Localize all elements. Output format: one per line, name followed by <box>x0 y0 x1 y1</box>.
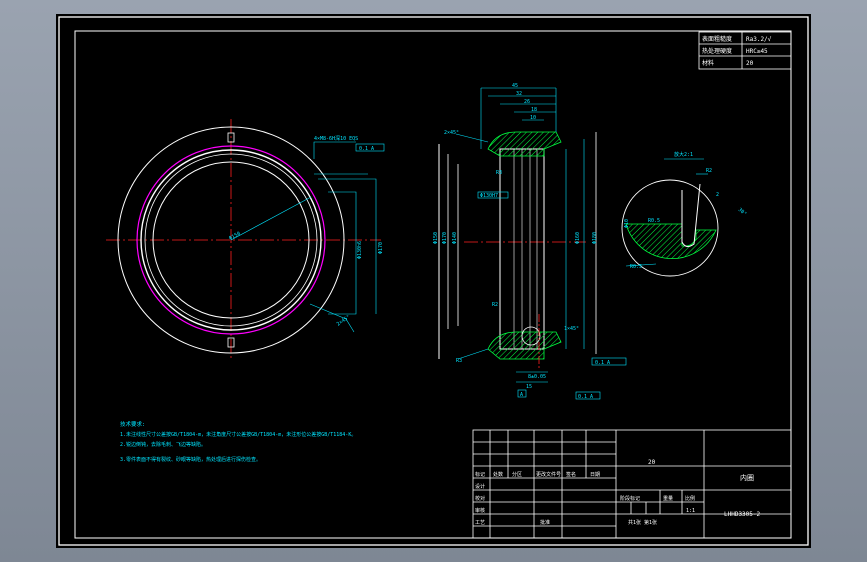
row-label-6: 日期 <box>590 472 600 478</box>
detail-hatch <box>625 223 717 260</box>
bottom-label-5: 0.1 A <box>578 394 593 400</box>
front-top-label: 4×M8-6H深10 EQS <box>314 135 358 142</box>
top-dim-label-4: 18 <box>531 107 537 113</box>
leader-chamfer-top <box>455 133 489 143</box>
row-label-3: 分区 <box>512 471 522 478</box>
left-label-4: R2 <box>492 302 498 308</box>
spec-value-2: HRC≥45 <box>746 48 768 55</box>
side-dim-5: Φ180 <box>592 232 598 244</box>
left-label-2: R3 <box>496 170 502 176</box>
side-dim-1: Φ150 <box>433 232 439 244</box>
drawing-number: LHHD3305-2 <box>724 511 761 518</box>
top-dim-label-5: 10 <box>530 115 536 121</box>
spec-label-2: 热处理硬度 <box>702 47 732 55</box>
part-name: 内圈 <box>740 473 754 482</box>
top-dim-label-1: 45 <box>512 83 518 89</box>
bottom-label-4: 15 <box>526 384 532 390</box>
weight-label: 重量 <box>663 495 673 502</box>
detail-label-1: R2 <box>706 168 712 174</box>
side-dim-4: Φ160 <box>575 232 581 244</box>
bottom-label-1: R3 <box>456 358 462 364</box>
notes-line-2: 2.锐边倒钝，去除毛刺、飞边等缺陷。 <box>120 441 206 448</box>
material-value: 20 <box>648 459 656 466</box>
title-block-text: 20 内圈 LHHD3305-2 标记 处数 分区 更改文件号 签名 日期 设计… <box>475 459 761 526</box>
spec-label-1: 表面粗糙度 <box>702 35 732 43</box>
side-dim-2: Φ170 <box>442 232 448 244</box>
front-vertical-1: Φ130h6 <box>357 241 363 259</box>
sheet-info: 共1张 第1张 <box>628 519 657 526</box>
row-label-2: 处数 <box>493 471 503 478</box>
chamfer-label: 1×45° <box>564 326 579 332</box>
scale-label: 比例 <box>685 495 695 502</box>
top-dim-label-2: 32 <box>516 91 522 97</box>
row-label-5: 签名 <box>566 471 576 478</box>
detail-label-5: 30° <box>737 207 748 217</box>
left-label-process: 工艺 <box>475 520 485 526</box>
leader-bottom-left <box>457 348 489 360</box>
front-box-label: 0.1 A <box>359 146 374 152</box>
notes-line-3: 3.零件表面不得有裂纹、砂眼等缺陷，热处理后进行探伤检查。 <box>120 456 261 463</box>
dim-bracket-2 <box>318 178 377 314</box>
bottom-label-3: 8±0.05 <box>528 374 546 380</box>
detail-title: 放大2:1 <box>674 151 693 158</box>
left-label-design: 设计 <box>475 483 485 490</box>
front-bottom-label: 2×45° <box>336 314 352 328</box>
side-dim-3: Φ140 <box>452 232 458 244</box>
leader-top-note <box>313 141 356 159</box>
left-label-review: 审核 <box>475 507 485 514</box>
notes-line-1: 1.未注线性尺寸公差按GB/T1804-m，未注角度尺寸公差按GB/T1804-… <box>120 431 356 438</box>
left-label-1: 2×45° <box>444 130 459 136</box>
front-view: Φ150 4×M8-6H深10 EQS 0.1 A Φ130h6 Φ170 2×… <box>106 119 385 359</box>
hatch-bottom <box>487 331 562 360</box>
leader-radius <box>230 196 312 241</box>
technical-notes: 技术要求: 1.未注线性尺寸公差按GB/T1804-m，未注角度尺寸公差按GB/… <box>120 420 356 463</box>
spec-value-3: 20 <box>746 60 754 67</box>
hatch-top <box>487 131 562 157</box>
stage-label: 阶段标记 <box>620 495 640 502</box>
detail-label-2: 2 <box>716 192 719 198</box>
section-view: 45 32 26 18 10 2×45° R3 Φ130H7 R2 Φ150 Φ… <box>433 83 627 400</box>
approve-label: 批准 <box>540 519 550 526</box>
bottom-label-2: 0.1 A <box>595 360 610 366</box>
notes-title: 技术要求: <box>120 420 145 428</box>
detail-view: 放大2:1 R2 2 Φ10 R0.5 30° R0.5 <box>621 151 748 277</box>
spec-value-1: Ra3.2/√ <box>746 36 772 43</box>
front-vertical-2: Φ170 <box>378 242 384 254</box>
row-label-4: 更改文件号 <box>536 471 561 478</box>
detail-label-6: R0.5 <box>630 264 642 270</box>
top-dim-label-3: 26 <box>524 99 530 105</box>
detail-label-4: R0.5 <box>648 218 660 224</box>
left-label-3: Φ130H7 <box>480 193 498 199</box>
left-label-check: 校对 <box>475 495 485 502</box>
drawing-sheet: 表面粗糙度 Ra3.2/√ 热处理硬度 HRC≥45 材料 20 Φ150 4×… <box>56 14 811 548</box>
spec-label-3: 材料 <box>702 59 714 67</box>
drawing-canvas: 表面粗糙度 Ra3.2/√ 热处理硬度 HRC≥45 材料 20 Φ150 4×… <box>58 16 809 546</box>
detail-label-3: Φ10 <box>624 219 630 228</box>
bottom-label-6: A <box>520 392 523 398</box>
row-label-1: 标记 <box>475 471 485 478</box>
scale-value: 1:1 <box>686 508 695 514</box>
dim-bracket-1 <box>328 191 357 315</box>
